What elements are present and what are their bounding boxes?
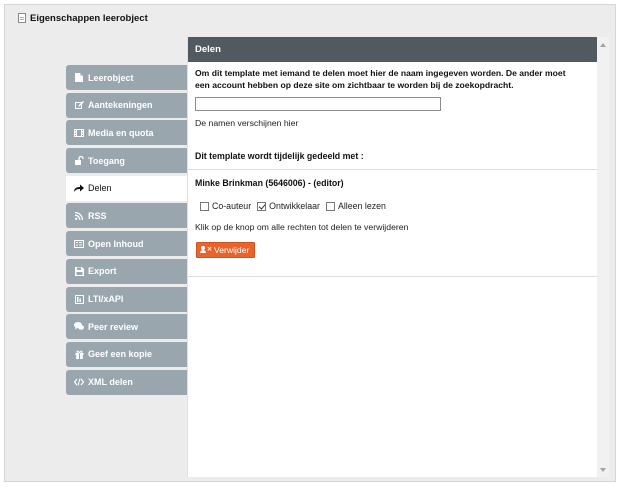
sidebar-item-toegang[interactable]: Toegang	[66, 148, 187, 174]
sidebar-item-delen[interactable]: Delen	[66, 175, 187, 201]
sidebar-item-open-inhoud[interactable]: Open Inhoud	[66, 231, 187, 257]
code-icon	[74, 378, 84, 387]
sidebar-item-label: Peer review	[88, 321, 139, 332]
name-search-input[interactable]	[195, 97, 441, 111]
sidebar-item-label: Aantekeningen	[88, 100, 153, 111]
sidebar-item-geef-een-kopie[interactable]: Geef een kopie	[66, 341, 187, 367]
sidebar: Leerobject Aantekeningen Media en quota …	[66, 65, 187, 397]
ontwikkelaar-checkbox[interactable]	[257, 201, 267, 211]
alleen-lezen-option[interactable]: Alleen lezen	[325, 201, 386, 211]
sidebar-item-export[interactable]: Export	[66, 258, 187, 284]
co-auteur-option[interactable]: Co-auteur	[200, 201, 251, 211]
alleen-lezen-label: Alleen lezen	[337, 201, 386, 211]
sidebar-item-label: Geef een kopie	[88, 349, 153, 360]
ontwikkelaar-option[interactable]: Ontwikkelaar	[257, 201, 320, 211]
shared-user-name: Minke Brinkman (5646006) - (editor)	[195, 178, 344, 188]
gift-icon	[74, 350, 84, 359]
panel-header: Delen	[188, 37, 597, 62]
open-content-icon	[74, 239, 84, 248]
co-auteur-label: Co-auteur	[212, 201, 252, 211]
remove-rights-text: Klik op de knop om alle rechten tot dele…	[195, 222, 409, 232]
divider	[188, 169, 597, 170]
divider	[188, 276, 597, 277]
window-title-text: Eigenschappen leerobject	[30, 12, 148, 24]
pencil-icon	[74, 100, 84, 110]
remove-button[interactable]: ✕ Verwijder	[196, 242, 256, 258]
lti-icon	[74, 294, 84, 304]
share-instructions: Om dit template met iemand te delen moet…	[195, 68, 566, 90]
sidebar-item-xml-delen[interactable]: XML delen	[66, 369, 187, 395]
alleen-lezen-checkbox[interactable]	[325, 201, 335, 211]
sidebar-item-label: RSS	[88, 210, 107, 221]
sidebar-item-label: LTI/xAPI	[88, 294, 124, 304]
document-icon	[18, 13, 26, 23]
co-auteur-checkbox[interactable]	[200, 201, 209, 211]
unlock-icon	[74, 156, 84, 166]
rss-icon	[74, 211, 84, 220]
scroll-down-icon[interactable]	[600, 468, 606, 472]
share-panel: Delen Om dit template met iemand te dele…	[187, 37, 597, 477]
sidebar-item-label: Leerobject	[88, 72, 134, 83]
shared-with-title: Dit template wordt tijdelijk gedeeld met…	[195, 151, 364, 161]
file-icon	[74, 73, 84, 82]
sidebar-item-label: Open Inhoud	[88, 238, 144, 249]
scrollbar[interactable]	[597, 37, 609, 477]
share-icon	[74, 184, 84, 193]
sidebar-item-label: Media en quota	[88, 127, 154, 138]
sidebar-item-label: Delen	[88, 183, 112, 194]
window-title: Eigenschappen leerobject	[18, 11, 148, 25]
remove-button-label: Verwijder	[214, 245, 250, 255]
sidebar-item-label: Export	[88, 266, 117, 277]
sidebar-item-media-en-quota[interactable]: Media en quota	[66, 120, 187, 146]
sidebar-item-lti-xapi[interactable]: LTI/xAPI	[66, 286, 187, 312]
sidebar-item-label: Toegang	[88, 155, 125, 166]
sidebar-item-label: XML delen	[88, 377, 133, 388]
scroll-up-icon[interactable]	[600, 43, 606, 47]
permission-options: Co-auteur Ontwikkelaar Alleen lezen	[200, 201, 597, 211]
user-remove-icon: ✕	[200, 246, 212, 254]
comments-icon	[74, 322, 84, 331]
sidebar-item-peer-review[interactable]: Peer review	[66, 314, 187, 340]
sidebar-item-rss[interactable]: RSS	[66, 203, 187, 229]
ontwikkelaar-label: Ontwikkelaar	[269, 201, 320, 211]
sidebar-item-leerobject[interactable]: Leerobject	[66, 65, 187, 90]
names-hint: De namen verschijnen hier	[195, 118, 299, 128]
save-icon	[74, 266, 84, 276]
sidebar-item-aantekeningen[interactable]: Aantekeningen	[66, 92, 187, 118]
film-icon	[74, 128, 84, 137]
